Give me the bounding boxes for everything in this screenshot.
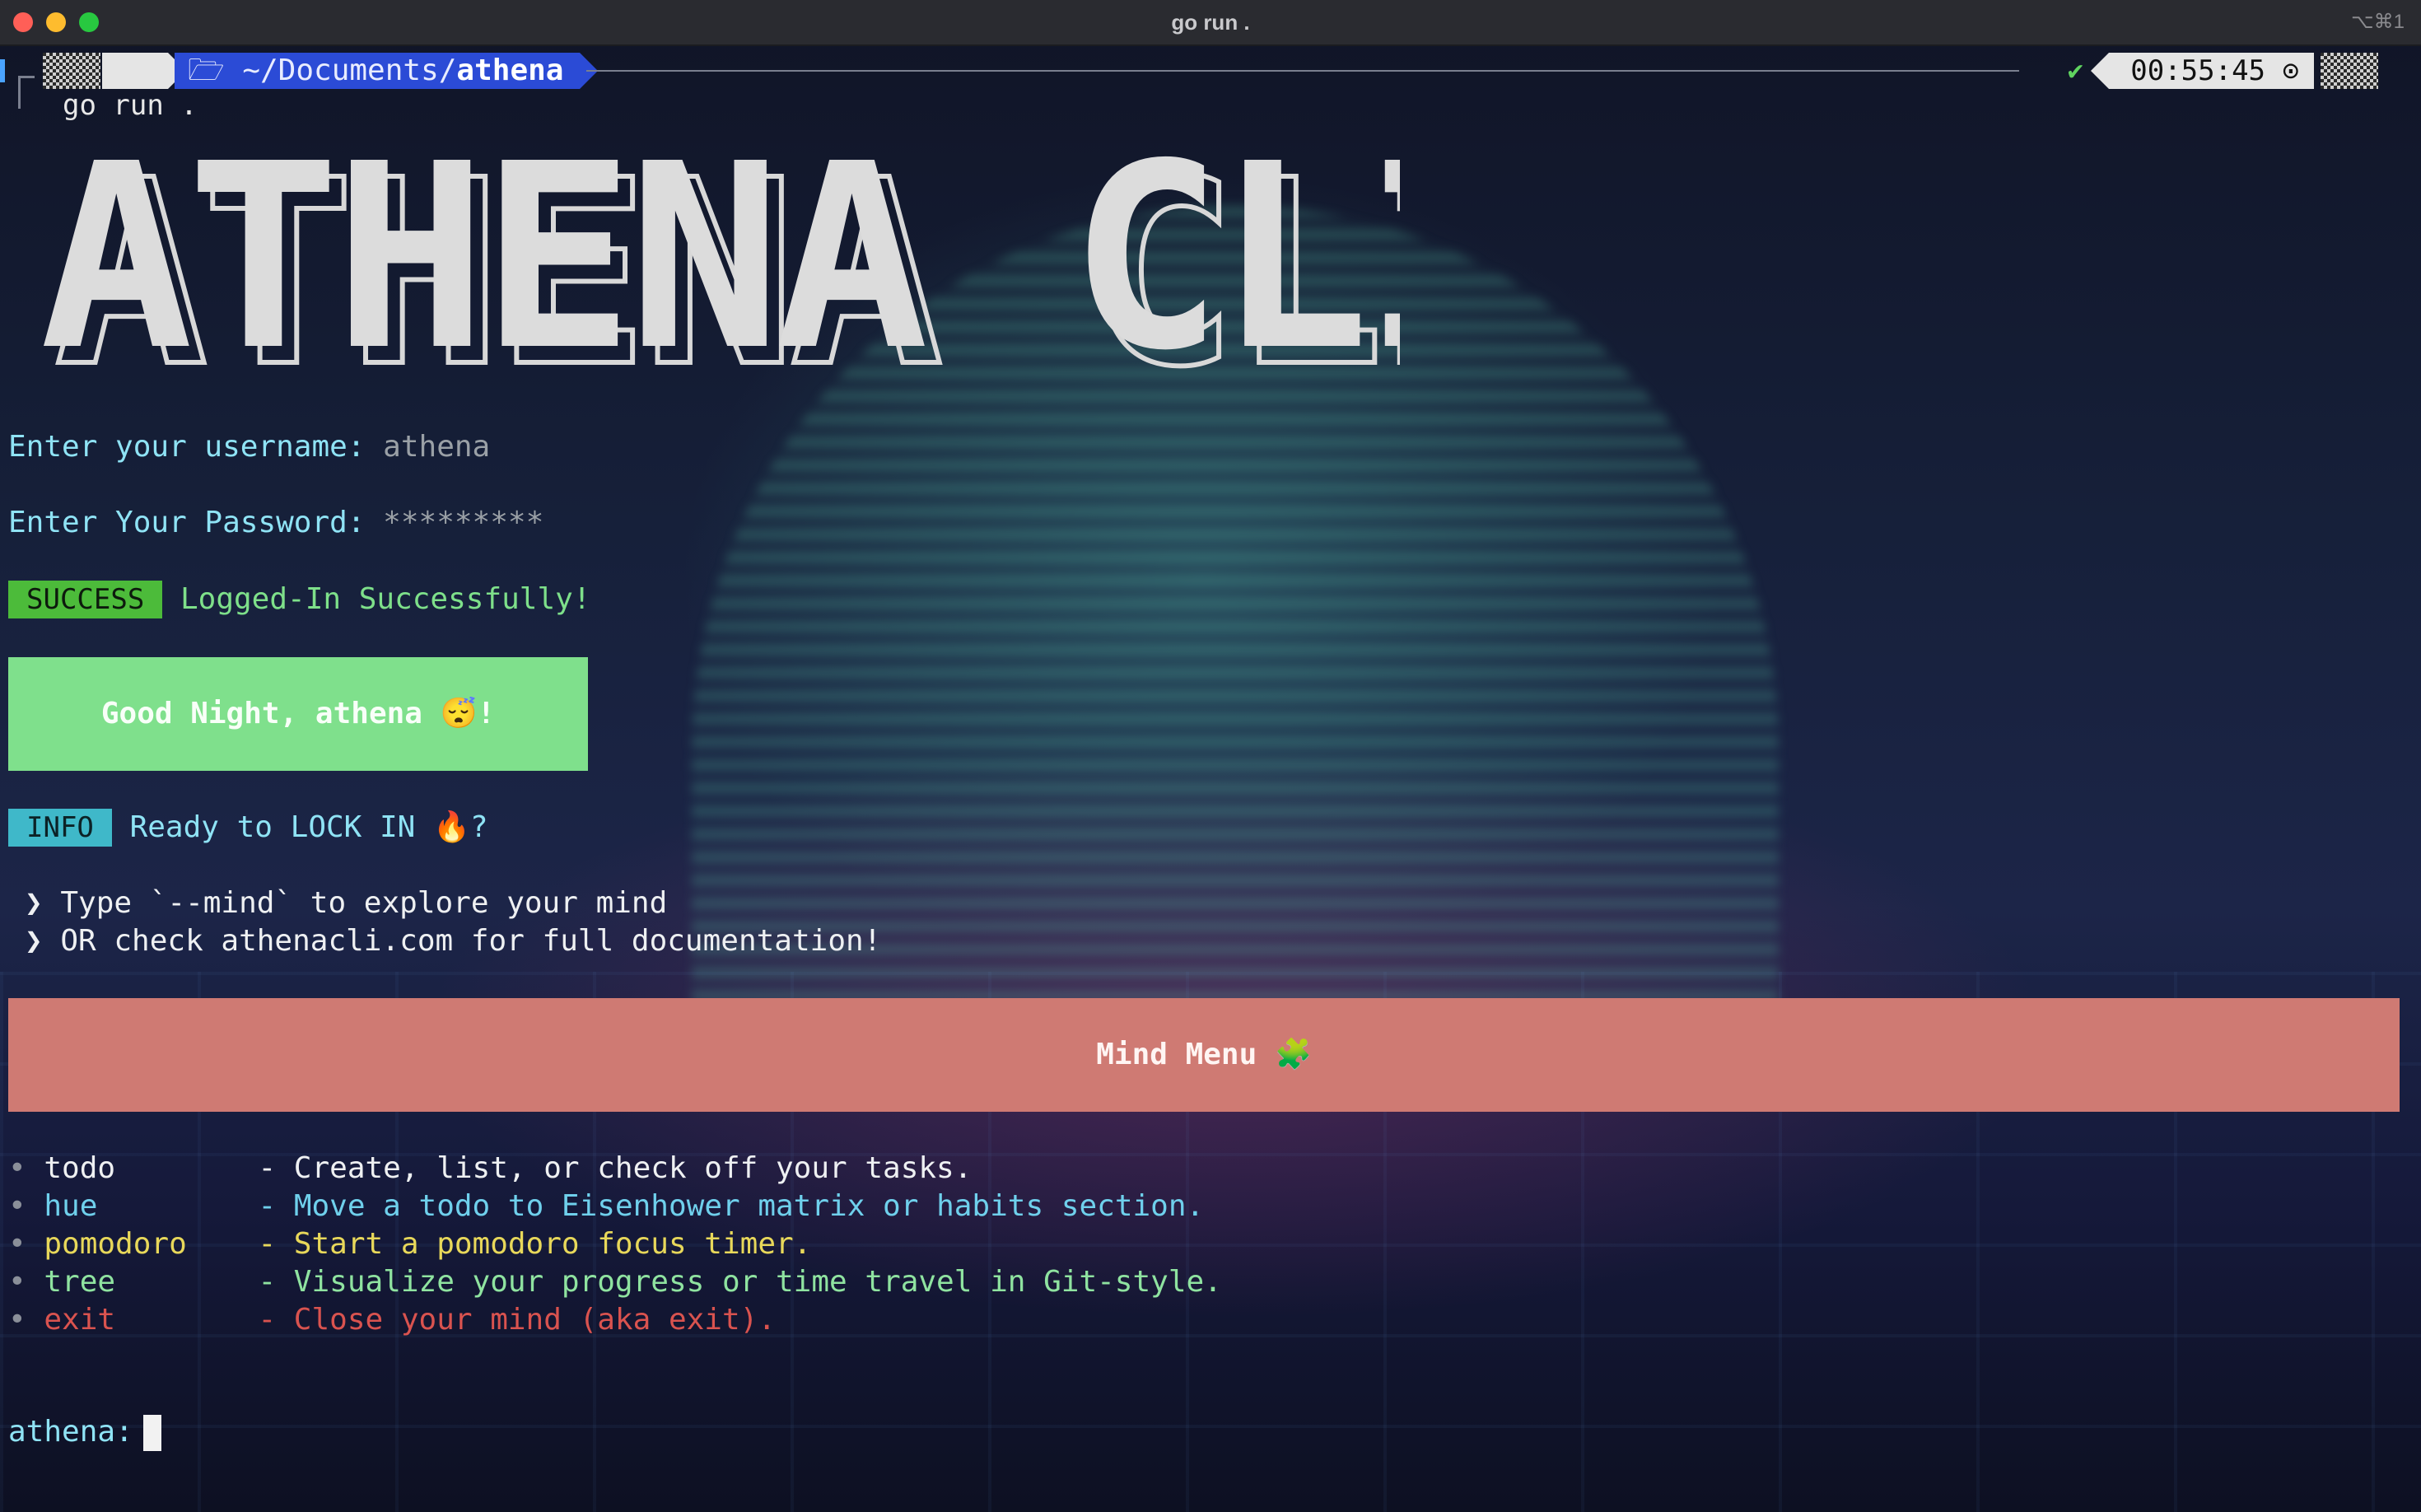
title-bar: go run . ⌥⌘1 [0, 0, 2421, 46]
prompt-accent [0, 59, 5, 82]
hint-docs: ❯ OR check athenacli.com for full docume… [25, 924, 882, 958]
menu-item-todo: • todo - Create, list, or check off your… [8, 1151, 973, 1185]
ascii-banner: .bt { font-family: "DejaVu Sans Mono", m… [33, 110, 1534, 426]
path-dir: athena [456, 54, 564, 87]
mind-menu-header: Mind Menu 🧩 [8, 998, 2400, 1112]
status-check-icon: ✔ [2067, 54, 2083, 86]
hint-mind: ❯ Type `--mind` to explore your mind [25, 886, 668, 920]
input-prompt-label: athena: [8, 1415, 133, 1449]
prompt-separator-line [586, 70, 2019, 72]
terminal-window: go run . ⌥⌘1 🗁 ~/Documents/athena ✔ 00:5… [0, 0, 2421, 1512]
menu-item-hue: • hue - Move a todo to Eisenhower matrix… [8, 1189, 1205, 1223]
menu-cmd: tree [44, 1265, 116, 1299]
clock-time: 00:55:45 [2130, 54, 2266, 87]
success-badge: SUCCESS [8, 581, 163, 618]
info-row: INFO Ready to LOCK IN 🔥? [8, 809, 488, 847]
text-cursor[interactable] [142, 1415, 161, 1451]
username-label: Enter your username: [8, 430, 366, 464]
password-label: Enter Your Password: [8, 506, 366, 539]
menu-cmd: pomodoro [44, 1227, 187, 1261]
menu-desc: - Create, list, or check off your tasks. [258, 1151, 973, 1185]
info-badge: INFO [8, 809, 112, 847]
prompt-corner-line [18, 76, 35, 109]
menu-item-exit: • exit - Close your mind (aka exit). [8, 1303, 776, 1337]
clock-icon: ⊙ [2282, 54, 2299, 87]
menu-desc: - Visualize your progress or time travel… [258, 1265, 1222, 1299]
window-title: go run . [1171, 10, 1250, 35]
banner-art: .bt { font-family: "DejaVu Sans Mono", m… [40, 110, 1534, 426]
info-message: Ready to LOCK IN 🔥? [129, 810, 488, 844]
input-prompt-row[interactable]: athena: [8, 1415, 161, 1451]
menu-cmd: exit [44, 1303, 116, 1337]
menu-desc: - Start a pomodoro focus timer. [258, 1227, 812, 1261]
checker-decoration-right [2321, 53, 2378, 89]
window-shortcut: ⌥⌘1 [2350, 11, 2405, 33]
greeting-banner: Good Night, athena 😴! [8, 657, 588, 771]
menu-cmd: todo [44, 1151, 116, 1185]
path-prefix: ~/Documents/ [242, 54, 457, 87]
shell-prompt-bar: 🗁 ~/Documents/athena ✔ 00:55:45 ⊙ [0, 51, 2421, 91]
checker-decoration-left [43, 53, 100, 89]
success-message: Logged-In Successfully! [180, 582, 591, 616]
menu-item-tree: • tree - Visualize your progress or time… [8, 1265, 1222, 1299]
username-row: Enter your username: athena [8, 430, 490, 464]
folder-icon: 🗁 [188, 54, 243, 87]
username-value: athena [383, 430, 491, 464]
current-directory: 🗁 ~/Documents/athena [175, 53, 599, 89]
entered-command: go run . [63, 89, 198, 122]
password-row: Enter Your Password: ********* [8, 506, 543, 539]
password-value: ********* [383, 506, 544, 539]
menu-desc: - Move a todo to Eisenhower matrix or ha… [258, 1189, 1205, 1223]
prompt-clock: 00:55:45 ⊙ [2091, 53, 2314, 89]
success-row: SUCCESS Logged-In Successfully! [8, 581, 590, 618]
menu-cmd: hue [44, 1189, 98, 1223]
banner-text: ATHENA CLI [40, 140, 1400, 387]
menu-desc: - Close your mind (aka exit). [258, 1303, 776, 1337]
menu-item-pomodoro: • pomodoro - Start a pomodoro focus time… [8, 1227, 812, 1261]
apple-icon [102, 53, 186, 89]
